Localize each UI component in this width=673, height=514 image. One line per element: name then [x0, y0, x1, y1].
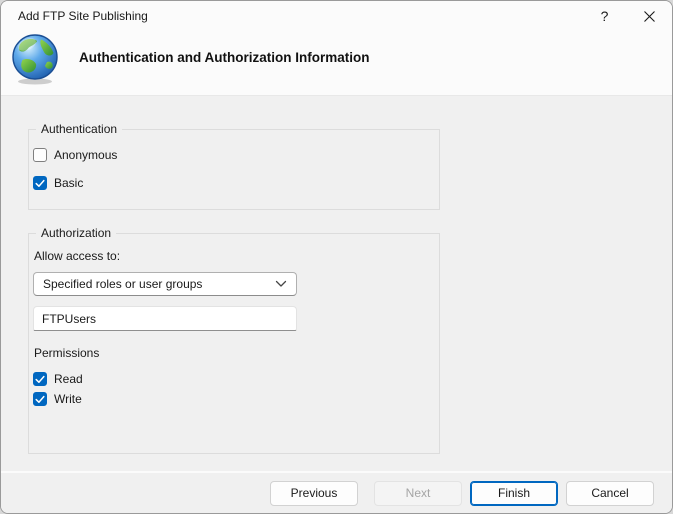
anonymous-checkbox[interactable]: Anonymous	[33, 148, 117, 162]
access-dropdown-value: Specified roles or user groups	[43, 277, 275, 291]
write-label: Write	[54, 392, 82, 406]
read-checkbox[interactable]: Read	[33, 372, 83, 386]
button-bar: Previous Next Finish Cancel	[1, 471, 672, 513]
dialog-window: Add FTP Site Publishing ?	[0, 0, 673, 514]
titlebar-buttons: ?	[582, 1, 672, 31]
cancel-button[interactable]: Cancel	[566, 481, 654, 506]
help-icon: ?	[601, 8, 609, 24]
checkbox-checked-icon	[33, 176, 47, 190]
basic-checkbox[interactable]: Basic	[33, 176, 83, 190]
permissions-label: Permissions	[34, 346, 99, 360]
authentication-legend: Authentication	[36, 122, 122, 136]
checkbox-unchecked-icon	[33, 148, 47, 162]
window-title: Add FTP Site Publishing	[18, 9, 148, 23]
chevron-down-icon	[275, 280, 287, 288]
next-button[interactable]: Next	[374, 481, 462, 506]
users-input[interactable]	[33, 306, 297, 331]
anonymous-label: Anonymous	[54, 148, 117, 162]
wizard-header: Authentication and Authorization Informa…	[1, 31, 672, 96]
page-title: Authentication and Authorization Informa…	[79, 50, 369, 65]
help-button[interactable]: ?	[582, 1, 627, 31]
checkbox-checked-icon	[33, 392, 47, 406]
read-label: Read	[54, 372, 83, 386]
close-button[interactable]	[627, 1, 672, 31]
previous-button[interactable]: Previous	[270, 481, 358, 506]
basic-label: Basic	[54, 176, 83, 190]
finish-button[interactable]: Finish	[470, 481, 558, 506]
access-dropdown[interactable]: Specified roles or user groups	[33, 272, 297, 296]
checkbox-checked-icon	[33, 372, 47, 386]
authentication-group: Authentication Anonymous Basic	[28, 129, 440, 210]
authorization-group: Authorization Allow access to: Specified…	[28, 233, 440, 454]
close-icon	[643, 10, 656, 23]
write-checkbox[interactable]: Write	[33, 392, 82, 406]
titlebar[interactable]: Add FTP Site Publishing ?	[1, 1, 672, 31]
authorization-legend: Authorization	[36, 226, 116, 240]
globe-icon	[10, 33, 60, 85]
allow-access-label: Allow access to:	[34, 249, 120, 263]
